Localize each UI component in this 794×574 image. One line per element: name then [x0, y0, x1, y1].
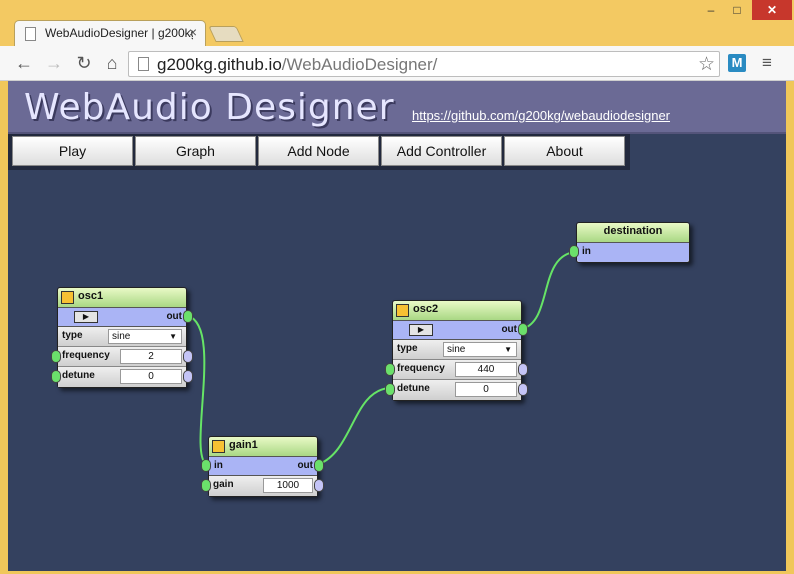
param-label: detune [62, 370, 95, 381]
osc1-frequency-port[interactable] [51, 350, 61, 363]
extension-icon[interactable]: M [728, 54, 746, 72]
detune-input[interactable]: 0 [455, 382, 517, 397]
param-detune: detune 0 [58, 367, 186, 387]
app-canvas: WebAudio Designer https://github.com/g20… [8, 81, 786, 571]
node-toggle[interactable] [212, 440, 225, 453]
io-row: in [577, 243, 689, 262]
osc1-out-port[interactable] [183, 310, 193, 323]
io-row: ▶ out [58, 308, 186, 327]
in-label: in [582, 246, 591, 257]
node-osc2[interactable]: osc2 ▶ out type sine ▼ frequency 440 detu… [392, 300, 522, 401]
param-label: gain [213, 479, 234, 490]
io-row: in out [209, 457, 317, 476]
destination-in-port[interactable] [569, 245, 579, 258]
frequency-input[interactable]: 2 [120, 349, 182, 364]
forward-arrow-icon[interactable]: → [42, 51, 66, 75]
node-name: osc1 [78, 290, 104, 302]
close-window-button[interactable]: ✕ [752, 0, 792, 20]
osc2-detune-port[interactable] [385, 383, 395, 396]
wire-gain1-osc2 [318, 387, 390, 465]
wire-osc1-gain1 [187, 315, 207, 465]
browser-menu-icon[interactable]: ≡ [762, 53, 772, 73]
gain1-out-port[interactable] [314, 459, 324, 472]
page-icon [25, 27, 36, 41]
node-osc1[interactable]: osc1 ▶ out type sine ▼ frequency 2 detune… [57, 287, 187, 388]
wire-osc2-destination [521, 251, 576, 330]
param-frequency: frequency 440 [393, 360, 521, 380]
page-icon [138, 57, 149, 71]
node-destination[interactable]: destination in [576, 222, 690, 263]
browser-tab[interactable]: WebAudioDesigner | g200kg.github.io × [14, 20, 206, 46]
param-type: type sine ▼ [393, 340, 521, 360]
type-value: sine [112, 331, 131, 342]
gain1-gain-out-port[interactable] [314, 479, 324, 492]
address-bar[interactable]: g200kg.github.io/WebAudioDesigner/ ☆ [128, 51, 720, 77]
param-label: frequency [397, 363, 445, 374]
tab-title: WebAudioDesigner | g200kg.github.io [45, 26, 193, 40]
play-icon[interactable]: ▶ [74, 311, 98, 323]
osc2-frequency-port[interactable] [385, 363, 395, 376]
back-arrow-icon[interactable]: ← [12, 51, 36, 75]
osc2-detune-out-port[interactable] [518, 383, 528, 396]
param-label: type [397, 343, 418, 354]
node-toggle[interactable] [61, 291, 74, 304]
node-name: osc2 [413, 303, 439, 315]
param-type: type sine ▼ [58, 327, 186, 347]
browser-titlebar: WebAudioDesigner | g200kg.github.io × – … [0, 0, 794, 46]
param-gain: gain 1000 [209, 476, 317, 496]
home-icon[interactable]: ⌂ [100, 51, 124, 75]
node-name: gain1 [229, 439, 258, 451]
out-label: out [166, 311, 182, 322]
node-header[interactable]: gain1 [209, 437, 317, 457]
node-gain1[interactable]: gain1 in out gain 1000 [208, 436, 318, 497]
param-detune: detune 0 [393, 380, 521, 400]
osc2-frequency-out-port[interactable] [518, 363, 528, 376]
gain1-gain-port[interactable] [201, 479, 211, 492]
node-header[interactable]: destination [577, 223, 689, 243]
frequency-input[interactable]: 440 [455, 362, 517, 377]
osc1-detune-out-port[interactable] [183, 370, 193, 383]
type-select[interactable]: sine ▼ [108, 329, 182, 344]
chevron-down-icon: ▼ [504, 345, 512, 354]
gain-input[interactable]: 1000 [263, 478, 313, 493]
browser-toolbar: ← → ↻ ⌂ g200kg.github.io/WebAudioDesigne… [0, 46, 794, 81]
url-path: /WebAudioDesigner/ [281, 55, 438, 74]
in-label: in [214, 460, 223, 471]
param-label: frequency [62, 350, 110, 361]
close-tab-icon[interactable]: × [189, 24, 197, 40]
play-icon[interactable]: ▶ [409, 324, 433, 336]
param-frequency: frequency 2 [58, 347, 186, 367]
maximize-button[interactable]: □ [724, 0, 750, 20]
param-label: detune [397, 383, 430, 394]
gain1-in-port[interactable] [201, 459, 211, 472]
node-name: destination [603, 225, 663, 237]
node-header[interactable]: osc2 [393, 301, 521, 321]
url-host: g200kg.github.io [157, 55, 282, 74]
out-label: out [297, 460, 313, 471]
out-label: out [501, 324, 517, 335]
osc1-frequency-out-port[interactable] [183, 350, 193, 363]
osc2-out-port[interactable] [518, 323, 528, 336]
reload-icon[interactable]: ↻ [72, 51, 96, 75]
url-text[interactable]: g200kg.github.io/WebAudioDesigner/ [157, 55, 437, 75]
io-row: ▶ out [393, 321, 521, 340]
node-header[interactable]: osc1 [58, 288, 186, 308]
node-toggle[interactable] [396, 304, 409, 317]
type-select[interactable]: sine ▼ [443, 342, 517, 357]
chevron-down-icon: ▼ [169, 332, 177, 341]
type-value: sine [447, 344, 466, 355]
detune-input[interactable]: 0 [120, 369, 182, 384]
osc1-detune-port[interactable] [51, 370, 61, 383]
minimize-button[interactable]: – [698, 0, 724, 20]
new-tab-button[interactable] [208, 26, 244, 42]
param-label: type [62, 330, 83, 341]
bookmark-star-icon[interactable]: ☆ [698, 53, 715, 76]
